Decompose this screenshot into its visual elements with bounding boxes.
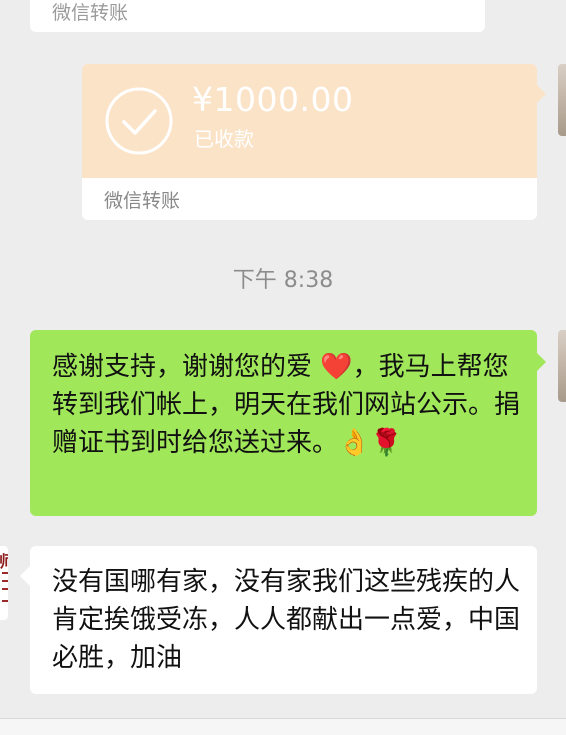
transfer-amount: ¥1000.00 [192, 80, 354, 119]
check-circle-icon [105, 87, 173, 155]
bubble-tail [536, 352, 546, 372]
own-avatar[interactable] [558, 64, 566, 136]
incoming-message-bubble[interactable]: 没有国哪有家，没有家我们这些残疾的人肯定挨饿受冻，人人都献出一点爱，中国必胜，加… [30, 546, 537, 694]
bubble-tail [536, 84, 546, 104]
own-avatar[interactable] [558, 330, 566, 402]
outgoing-message-bubble[interactable]: 感谢支持，谢谢您的爱 ❤️，我马上帮您转到我们帐上，明天在我们网站公示。捐赠证书… [30, 330, 537, 516]
transfer-status: 已收款 [194, 127, 254, 151]
previous-transfer-card[interactable]: 微信转账 [30, 0, 485, 32]
contact-avatar[interactable]: 师 [0, 546, 8, 620]
incoming-message-text: 没有国哪有家，没有家我们这些残疾的人肯定挨饿受冻，人人都献出一点爱，中国必胜，加… [52, 567, 521, 673]
transfer-label: 微信转账 [52, 2, 129, 24]
outgoing-message-text: 感谢支持，谢谢您的爱 ❤️，我马上帮您转到我们帐上，明天在我们网站公示。捐赠证书… [52, 352, 521, 458]
avatar-logo-icon: 师 [0, 548, 8, 572]
message-timestamp: 下午 8:38 [232, 268, 334, 293]
bubble-tail [20, 566, 30, 586]
transfer-label: 微信转账 [104, 190, 181, 212]
input-bar[interactable] [0, 718, 566, 735]
transfer-card[interactable]: ¥1000.00 已收款 微信转账 [82, 64, 537, 220]
